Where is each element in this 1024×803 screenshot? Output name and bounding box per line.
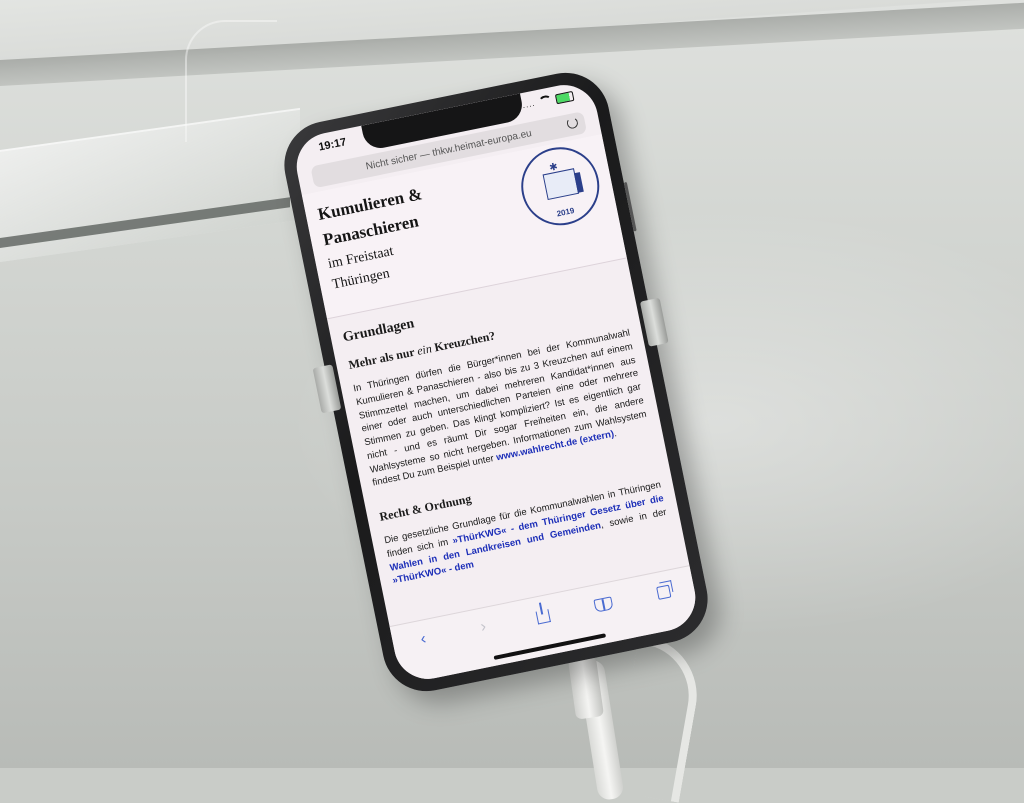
page-title: Kumulieren & Panaschieren im Freistaat T… [316,181,439,296]
wifi-icon [538,94,553,108]
ballot-box-icon [542,168,580,201]
tabs-button[interactable] [650,580,677,602]
status-time: 19:17 [317,136,348,154]
back-button[interactable]: ‹ [410,628,437,650]
battery-icon [554,90,575,104]
paragraph-text: . [612,428,618,440]
logo-year: 2019 [555,206,576,219]
reload-icon[interactable] [565,116,579,130]
tabs-icon [655,584,672,600]
status-icons: .... [521,90,575,111]
share-icon [536,609,552,625]
campaign-logo: ✱ 2019 [514,140,607,233]
charging-cable-loop [611,635,707,803]
signal-icon: .... [521,98,537,111]
heading-text: Kreuzchen? [430,328,497,356]
share-button[interactable] [530,604,557,626]
forward-button[interactable]: › [470,616,497,638]
heading-text: Mehr als nur [347,344,419,372]
bookmarks-button[interactable] [590,592,617,614]
logo-ring-text [523,148,584,160]
book-icon [593,596,614,613]
